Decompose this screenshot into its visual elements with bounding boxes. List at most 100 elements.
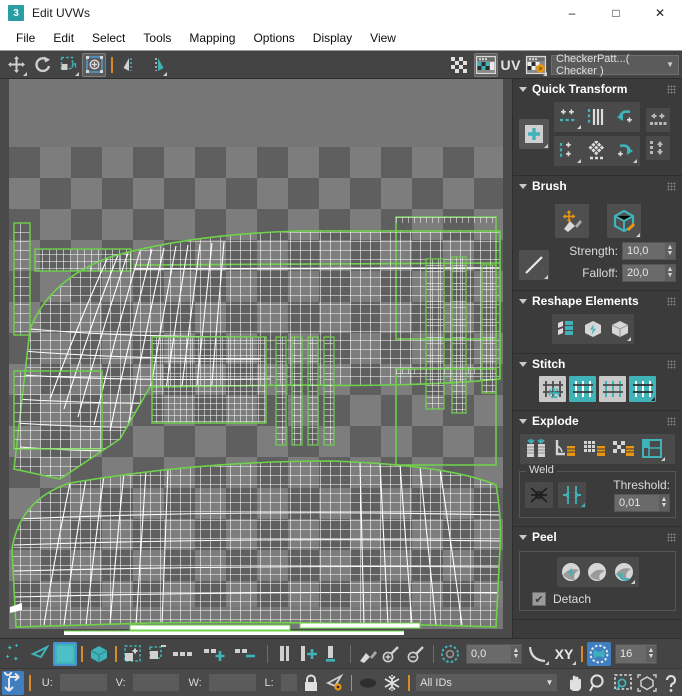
spinner-arrows-icon[interactable]: ▲▼ — [659, 495, 669, 511]
move-subobject-icon[interactable] — [3, 642, 27, 666]
spinner-arrows-icon[interactable]: ▲▼ — [665, 243, 675, 259]
align-edge-bottom-icon[interactable] — [322, 642, 346, 666]
chevron-down-icon[interactable] — [519, 87, 527, 92]
paint-select-inc-icon[interactable] — [380, 642, 404, 666]
explode-by-smoothing-icon[interactable] — [638, 436, 666, 462]
target-weld-icon[interactable] — [525, 482, 553, 508]
mirror-icon[interactable] — [118, 53, 142, 77]
menu-options[interactable]: Options — [244, 29, 303, 47]
space-vertical-icon[interactable] — [584, 138, 610, 164]
align-edge-icon[interactable] — [272, 642, 296, 666]
move-icon[interactable] — [4, 53, 28, 77]
falloff-curve-icon[interactable] — [526, 642, 550, 666]
chevron-down-icon[interactable] — [519, 362, 527, 367]
grow-selection-icon[interactable] — [121, 642, 145, 666]
flip-vertical-icon[interactable] — [647, 137, 669, 159]
zoom-icon[interactable] — [588, 671, 610, 695]
minimize-button[interactable]: – — [550, 0, 594, 26]
loop-uv-icon[interactable] — [171, 642, 201, 666]
weld-selected-icon[interactable] — [558, 482, 586, 508]
chevron-down-icon[interactable] — [519, 299, 527, 304]
rollout-header-explode[interactable]: Explode — [513, 411, 682, 431]
chevron-down-icon[interactable] — [519, 419, 527, 424]
align-vertical-icon[interactable] — [556, 138, 582, 164]
l-field[interactable] — [280, 673, 298, 692]
soft-selection-icon[interactable] — [438, 642, 462, 666]
visibility-icon[interactable] — [324, 671, 346, 695]
peel-mode-icon[interactable] — [585, 559, 610, 585]
flip-horizontal-icon[interactable] — [647, 109, 669, 131]
align-horizontal-icon[interactable] — [556, 104, 582, 130]
maximize-button[interactable]: □ — [594, 0, 638, 26]
loop-grow-icon[interactable] — [233, 642, 263, 666]
grip-dots-icon[interactable] — [667, 360, 676, 369]
uv-checker-texture-icon[interactable] — [474, 53, 498, 77]
stitch-source-icon[interactable] — [569, 376, 596, 402]
threshold-input[interactable]: 0,01 ▲▼ — [614, 494, 670, 512]
grip-dots-icon[interactable] — [667, 417, 676, 426]
straighten-selection-icon[interactable] — [554, 316, 579, 342]
soft-selection-input[interactable]: 0,0 ▲▼ — [466, 644, 522, 664]
detach-checkbox[interactable]: ✔ — [532, 592, 546, 606]
stitch-selected-icon[interactable] — [629, 376, 656, 402]
texture-selector-dropdown[interactable]: CheckerPatt...( Checker ) ▼ — [551, 55, 679, 75]
uv-editor-canvas[interactable] — [0, 79, 512, 638]
material-id-dropdown[interactable]: All IDs ▼ — [415, 673, 558, 692]
grip-dots-icon[interactable] — [667, 297, 676, 306]
falloff-input[interactable]: 20,0 ▲▼ — [622, 264, 676, 282]
show-map-checker-icon[interactable] — [449, 53, 473, 77]
texture-options-icon[interactable] — [524, 53, 548, 77]
rotate-icon[interactable] — [30, 53, 54, 77]
close-button[interactable]: ✕ — [638, 0, 682, 26]
rotate-ccw-90-icon[interactable] — [612, 104, 638, 130]
v-field[interactable] — [132, 673, 181, 692]
grip-dots-icon[interactable] — [667, 182, 676, 191]
scale-icon[interactable] — [56, 53, 80, 77]
rotate-cw-90-icon[interactable] — [612, 138, 638, 164]
quick-align-icon[interactable] — [519, 119, 549, 149]
help-icon[interactable] — [660, 671, 682, 695]
ring-uv-icon[interactable] — [202, 642, 232, 666]
select-element-icon[interactable] — [28, 642, 52, 666]
menu-mapping[interactable]: Mapping — [180, 29, 244, 47]
align-to-edge-icon[interactable] — [297, 642, 321, 666]
rollout-header-brush[interactable]: Brush — [513, 176, 682, 196]
falloff-curve-preview-icon[interactable] — [519, 250, 549, 280]
shrink-selection-icon[interactable] — [146, 642, 170, 666]
freeform-mode-icon[interactable] — [82, 53, 106, 77]
w-field[interactable] — [208, 673, 257, 692]
lock-icon[interactable] — [300, 671, 322, 695]
spinner-arrows-icon[interactable]: ▲▼ — [646, 646, 656, 662]
stitch-custom-icon[interactable] — [599, 376, 626, 402]
explode-by-material-icon[interactable] — [609, 436, 637, 462]
face-subobject-icon[interactable] — [53, 642, 77, 666]
paint-select-dec-icon[interactable] — [405, 642, 429, 666]
pelt-map-icon[interactable] — [611, 559, 636, 585]
paint-move-brush-icon[interactable] — [555, 204, 589, 238]
grid-snap-input[interactable]: 16 ▲▼ — [615, 644, 657, 664]
detach-checkbox-row[interactable]: ✔ Detach — [524, 588, 671, 606]
stitch-target-icon[interactable] — [539, 376, 566, 402]
zoom-extents-icon[interactable] — [636, 671, 658, 695]
strength-input[interactable]: 10,0 ▲▼ — [622, 242, 676, 260]
space-horizontal-icon[interactable] — [584, 104, 610, 130]
pivot-icon[interactable] — [2, 671, 24, 695]
explode-by-angle-icon[interactable] — [551, 436, 579, 462]
spinner-arrows-icon[interactable]: ▲▼ — [665, 265, 675, 281]
menu-tools[interactable]: Tools — [134, 29, 180, 47]
command-panel[interactable]: Quick Transform — [512, 79, 682, 638]
menu-file[interactable]: File — [7, 29, 44, 47]
paint-select-icon[interactable] — [355, 642, 379, 666]
relax-brush-icon[interactable] — [607, 204, 641, 238]
menu-display[interactable]: Display — [304, 29, 361, 47]
grid-snap-icon[interactable] — [587, 642, 611, 666]
rollout-header-peel[interactable]: Peel — [513, 527, 682, 547]
chevron-down-icon[interactable] — [519, 184, 527, 189]
relax-icon[interactable] — [581, 316, 606, 342]
rollout-header-reshape-elements[interactable]: Reshape Elements — [513, 291, 682, 311]
break-icon[interactable] — [522, 436, 550, 462]
freeze-icon[interactable] — [381, 671, 403, 695]
xy-axis-label[interactable]: XY — [551, 642, 577, 666]
element-subobject-icon[interactable] — [87, 642, 111, 666]
menu-edit[interactable]: Edit — [44, 29, 83, 47]
